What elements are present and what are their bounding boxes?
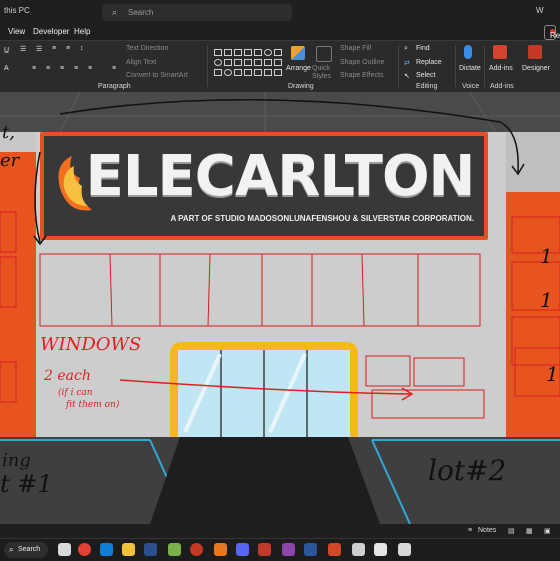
- align-right-icon[interactable]: ≡: [60, 65, 64, 72]
- justify-icon[interactable]: ≡: [74, 65, 78, 72]
- ribbon-tabs: View Developer Help Record: [0, 24, 560, 40]
- arrange-icon: [291, 46, 305, 60]
- edge-icon[interactable]: [100, 543, 113, 556]
- addins-group-label: Add-ins: [490, 83, 514, 90]
- bullets-icon[interactable]: ☰: [20, 45, 26, 53]
- indent-increase-icon[interactable]: ≡: [66, 45, 70, 52]
- addins-button[interactable]: Add-ins: [489, 65, 513, 72]
- tab-view[interactable]: View: [8, 27, 25, 36]
- annotation-right-num: 1: [540, 288, 553, 312]
- align-center-icon[interactable]: ≡: [46, 65, 50, 72]
- columns-icon[interactable]: ≡: [88, 65, 92, 72]
- notes-icon: ≡: [468, 527, 473, 534]
- app-icon[interactable]: [398, 543, 411, 556]
- notes-button[interactable]: Notes: [478, 527, 496, 534]
- file-location: this PC: [4, 6, 30, 15]
- sign-title: ELECARLTON: [85, 144, 476, 209]
- dictate-button[interactable]: Dictate: [459, 65, 481, 72]
- ribbon: U̲ A ☰ ☰ ≡ ≡ ↕ ≡ ≡ ≡ ≡ ≡ ≡ Text Directio…: [0, 40, 560, 93]
- replace-button[interactable]: Replace: [416, 59, 442, 66]
- font-color-icon[interactable]: A: [4, 65, 9, 72]
- paragraph-group-label: Paragraph: [98, 83, 131, 90]
- search-icon: ⌕: [112, 7, 118, 17]
- tab-developer[interactable]: Developer: [33, 27, 69, 36]
- group-divider: [455, 45, 456, 87]
- group-divider: [484, 45, 485, 87]
- app-icon[interactable]: [374, 543, 387, 556]
- search-placeholder: Search: [128, 8, 154, 17]
- search-box[interactable]: ⌕ Search: [102, 4, 292, 21]
- taskbar-search-label: Search: [18, 546, 41, 553]
- app-icon[interactable]: [168, 543, 181, 556]
- app-v-icon[interactable]: [144, 543, 157, 556]
- task-view-icon[interactable]: [58, 543, 71, 556]
- find-button[interactable]: Find: [416, 45, 430, 52]
- word-icon[interactable]: [304, 543, 317, 556]
- slide-canvas[interactable]: ELECARLTON A PART OF STUDIO MADOSONLUNAF…: [0, 92, 560, 524]
- microphone-icon: [464, 45, 472, 59]
- annotation-right-num: 1: [546, 362, 559, 386]
- annotation-fit-them-on: fit them on): [66, 400, 120, 410]
- store-sign: ELECARLTON A PART OF STUDIO MADOSONLUNAF…: [44, 136, 484, 236]
- paragraph-settings-icon[interactable]: ≡: [112, 65, 116, 72]
- file-explorer-icon[interactable]: [122, 543, 135, 556]
- designer-button[interactable]: Designer: [522, 65, 550, 72]
- discord-icon[interactable]: [236, 543, 249, 556]
- annotation-right-num: 1: [540, 244, 553, 268]
- annotation-lot2: lot#2: [428, 454, 507, 487]
- group-divider: [398, 45, 399, 87]
- taskbar-search[interactable]: ⌕ Search: [4, 542, 48, 558]
- shape-fill-button[interactable]: Shape Fill: [340, 45, 371, 52]
- title-bar: this PC ⌕ Search W: [0, 0, 560, 24]
- annotation-lot1: t #1: [0, 470, 53, 498]
- app-icon[interactable]: [282, 543, 295, 556]
- quick-styles-icon: [316, 46, 332, 62]
- replace-icon: ⇄: [404, 60, 410, 67]
- search-icon: ⌕: [9, 545, 14, 554]
- select-icon: ↖: [404, 73, 410, 80]
- annotation-left-top1: t,: [2, 122, 15, 143]
- editing-group-label: Editing: [416, 83, 438, 90]
- slide-sorter-icon[interactable]: ▦: [526, 527, 533, 535]
- tab-help[interactable]: Help: [74, 27, 90, 36]
- annotation-left-top2: er: [0, 150, 20, 171]
- app-icon[interactable]: [258, 543, 271, 556]
- app-icon[interactable]: [352, 543, 365, 556]
- powerpoint-icon[interactable]: [328, 543, 341, 556]
- underline-icon[interactable]: U̲: [4, 47, 9, 54]
- convert-smartart-button[interactable]: Convert to SmartArt: [126, 72, 188, 79]
- shape-outline-button[interactable]: Shape Outline: [340, 59, 384, 66]
- quick-styles-button[interactable]: Quick Styles: [312, 65, 338, 81]
- status-bar: ≡ Notes ▤ ▦ ▣: [0, 524, 560, 538]
- addins-icon: [493, 45, 507, 59]
- group-divider: [207, 45, 208, 87]
- drawing-group-label: Drawing: [288, 83, 314, 90]
- vlc-icon[interactable]: [214, 543, 227, 556]
- numbering-icon[interactable]: ☰: [36, 45, 42, 53]
- window-title: W: [536, 6, 544, 15]
- obs-icon[interactable]: [190, 543, 203, 556]
- taskbar: ⌕ Search: [0, 538, 560, 561]
- annotation-windows: WINDOWS: [40, 334, 142, 355]
- arrange-button[interactable]: Arrange: [286, 65, 311, 72]
- annotation-if-i-can: (if i can: [58, 388, 93, 398]
- record-button[interactable]: Record: [544, 25, 560, 40]
- line-spacing-icon[interactable]: ↕: [80, 45, 84, 52]
- chrome-icon[interactable]: [78, 543, 91, 556]
- reading-view-icon[interactable]: ▣: [544, 527, 551, 535]
- designer-icon: [528, 45, 542, 59]
- sign-subtitle: A PART OF STUDIO MADOSONLUNAFENSHOU & SI…: [170, 214, 474, 223]
- text-direction-button[interactable]: Text Direction: [126, 45, 168, 52]
- annotation-two-each: 2 each: [44, 368, 91, 384]
- normal-view-icon[interactable]: ▤: [508, 527, 515, 535]
- find-icon: ⌕: [404, 45, 408, 52]
- align-text-button[interactable]: Align Text: [126, 59, 156, 66]
- align-left-icon[interactable]: ≡: [32, 65, 36, 72]
- annotation-lot1-top: ing: [2, 450, 31, 471]
- indent-decrease-icon[interactable]: ≡: [52, 45, 56, 52]
- select-button[interactable]: Select: [416, 72, 435, 79]
- shape-effects-button[interactable]: Shape Effects: [340, 72, 383, 79]
- voice-group-label: Voice: [462, 83, 480, 90]
